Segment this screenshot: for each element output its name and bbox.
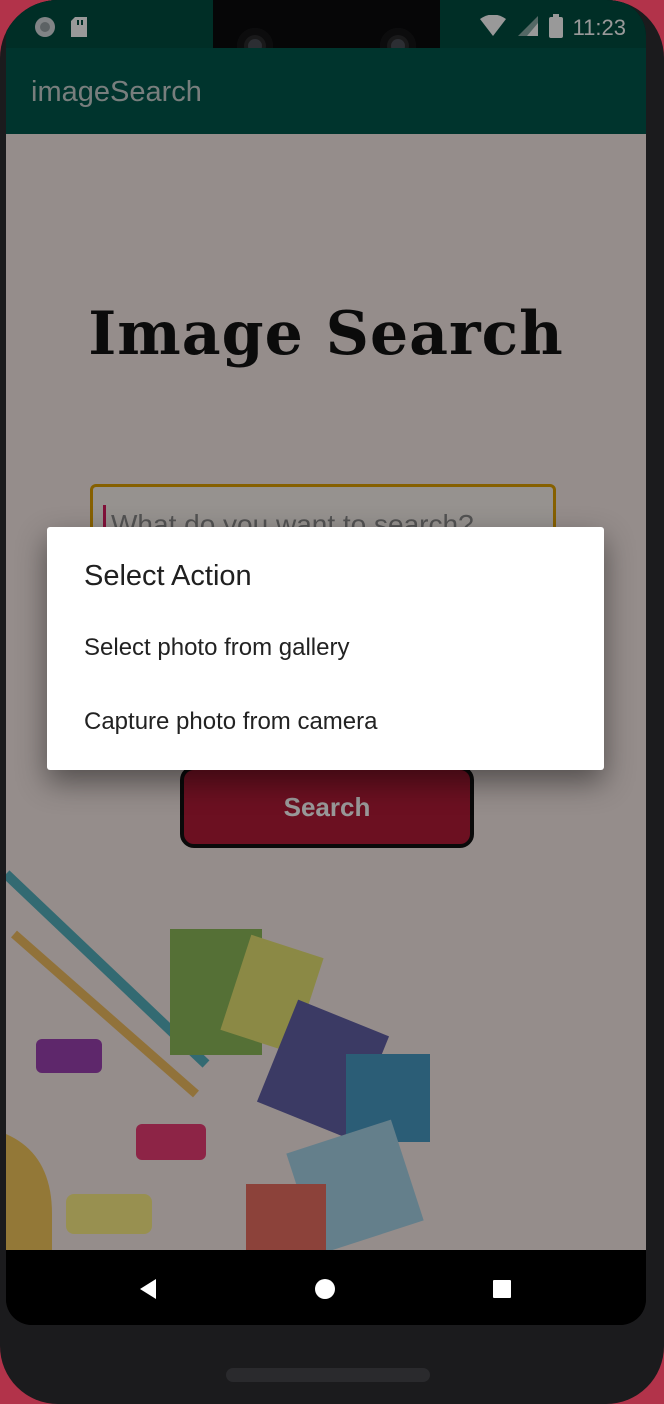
navigation-bar [6, 1250, 646, 1325]
select-action-dialog: Select Action Select photo from gallery … [47, 527, 604, 770]
dialog-option-camera[interactable]: Capture photo from camera [84, 708, 377, 736]
home-icon[interactable] [308, 1272, 342, 1306]
dialog-option-gallery[interactable]: Select photo from gallery [84, 634, 349, 662]
bottom-bezel-grille [226, 1368, 430, 1382]
dialog-title: Select Action [84, 560, 252, 592]
recents-icon[interactable] [485, 1272, 519, 1306]
phone-frame: 11:23 imageSearch Image Search What do y… [0, 0, 664, 1404]
back-icon[interactable] [131, 1272, 165, 1306]
